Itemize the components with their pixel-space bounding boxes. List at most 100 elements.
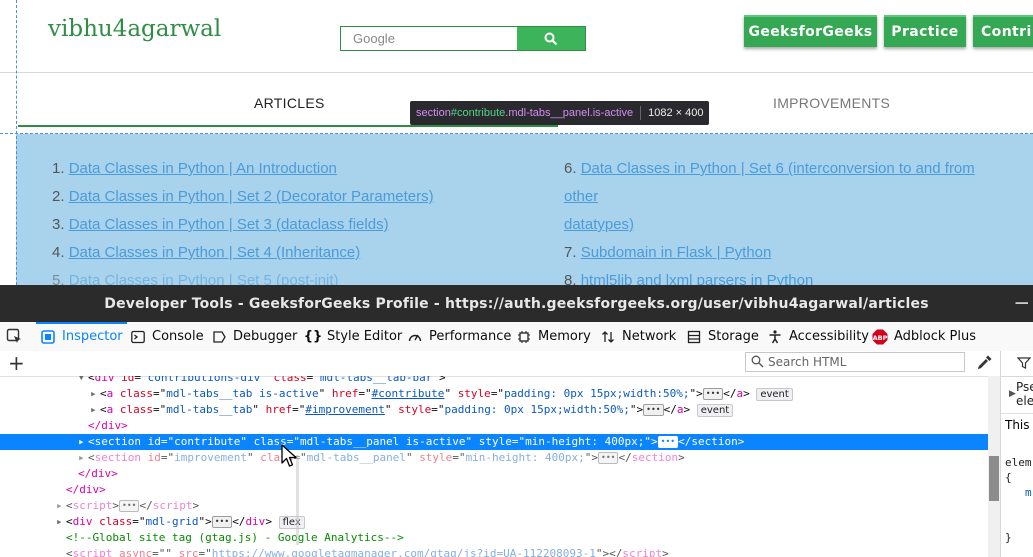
sidebar-divider bbox=[1001, 376, 1033, 377]
developer-tools-window: Developer Tools - GeeksforGeeks Profile … bbox=[0, 285, 1033, 557]
tab-label: Storage bbox=[708, 329, 759, 344]
console-icon bbox=[130, 329, 146, 345]
markup-line[interactable]: </div> bbox=[0, 482, 988, 498]
tab-console[interactable]: Console bbox=[130, 322, 204, 351]
list-item: 4. Data Classes in Python | Set 4 (Inher… bbox=[52, 239, 552, 267]
expand-triangle-icon[interactable]: ▸ bbox=[90, 386, 100, 402]
expand-triangle-icon[interactable]: ▸ bbox=[56, 498, 66, 514]
debugger-icon bbox=[211, 329, 227, 345]
adblock-icon: ABP bbox=[872, 329, 888, 345]
article-link[interactable]: Data Classes in Python | Set 2 (Decorato… bbox=[69, 188, 434, 205]
item-number: 2. bbox=[52, 188, 65, 205]
rule-brace-open: { bbox=[1005, 471, 1012, 484]
tab-adblock-plus[interactable]: ABP Adblock Plus bbox=[872, 322, 976, 351]
article-link[interactable]: html5lib and lxml parsers in Python bbox=[581, 272, 814, 285]
expand-triangle-icon[interactable]: ▸ bbox=[56, 514, 66, 530]
markup-line[interactable]: ▸ <script> ••• </script> bbox=[0, 498, 988, 514]
article-link-continued[interactable]: datatypes) bbox=[564, 216, 634, 233]
google-search-input[interactable] bbox=[341, 27, 517, 50]
tooltip-tag: section bbox=[416, 107, 451, 119]
search-button[interactable] bbox=[517, 27, 585, 50]
tab-storage[interactable]: Storage bbox=[686, 322, 759, 351]
tab-label: Performance bbox=[429, 329, 512, 344]
item-number: 3. bbox=[52, 216, 65, 233]
article-link[interactable]: Data Classes in Python | Set 6 (intercon… bbox=[564, 160, 975, 205]
network-icon bbox=[600, 329, 616, 345]
tab-label: Inspector bbox=[62, 329, 123, 344]
markup-line[interactable]: <!--Global site tag (gtag.js) - Google A… bbox=[0, 530, 988, 546]
practice-button[interactable]: Practice bbox=[884, 15, 966, 47]
markup-line[interactable]: ▸ <a class="mdl-tabs__tab is-active" href… bbox=[0, 386, 988, 402]
geeksforgeeks-button[interactable]: GeeksforGeeks bbox=[744, 15, 877, 47]
article-link[interactable]: Data Classes in Python | Set 5 (post-ini… bbox=[69, 272, 339, 285]
tab-network[interactable]: Network bbox=[600, 322, 676, 351]
tab-accessibility[interactable]: Accessibility bbox=[767, 322, 869, 351]
rules-sidebar: ▶ Pse ele This E elem { m } bbox=[1000, 351, 1033, 557]
list-item: 6. Data Classes in Python | Set 6 (inter… bbox=[564, 155, 1004, 239]
list-item: 8. html5lib and lxml parsers in Python bbox=[564, 267, 1004, 285]
devtools-toolbar: Inspector Console Debugger {} Style Edit… bbox=[0, 322, 1033, 352]
mouse-cursor-icon bbox=[281, 444, 297, 467]
memory-icon bbox=[516, 329, 532, 345]
element-picker-icon[interactable] bbox=[6, 328, 22, 344]
list-item: 7. Subdomain in Flask | Python bbox=[564, 239, 1004, 267]
list-item: 5. Data Classes in Python | Set 5 (post-… bbox=[52, 267, 552, 285]
tooltip-id: #contribute bbox=[450, 107, 506, 119]
tab-style-editor[interactable]: {} Style Editor bbox=[303, 322, 403, 351]
expand-triangle-icon[interactable]: ▶ bbox=[1009, 389, 1016, 399]
expand-triangle-icon[interactable]: ▸ bbox=[90, 402, 100, 418]
article-link[interactable]: Data Classes in Python | Set 4 (Inherita… bbox=[69, 244, 361, 261]
collapse-triangle-icon[interactable]: ▾ bbox=[78, 376, 88, 386]
cursor-trail bbox=[296, 455, 299, 545]
pseudo-elements-label: Pse bbox=[1016, 380, 1033, 394]
expand-triangle-icon[interactable]: ▸ bbox=[78, 434, 88, 450]
tab-debugger[interactable]: Debugger bbox=[211, 322, 297, 351]
markup-line[interactable]: </div> bbox=[0, 418, 988, 434]
tab-label: Console bbox=[152, 329, 204, 344]
scrollbar-thumb[interactable] bbox=[989, 456, 999, 501]
svg-text:ABP: ABP bbox=[873, 334, 888, 342]
markup-line[interactable]: ▾ <div id="contributions-div" class="mdl-… bbox=[0, 376, 988, 386]
article-link[interactable]: Subdomain in Flask | Python bbox=[581, 244, 772, 261]
event-badge[interactable]: event bbox=[756, 387, 793, 401]
search-html-input[interactable]: Search HTML bbox=[745, 352, 965, 372]
article-link[interactable]: Data Classes in Python | Set 3 (dataclas… bbox=[69, 216, 389, 233]
tab-performance[interactable]: Performance bbox=[407, 322, 511, 351]
eyedropper-icon[interactable] bbox=[977, 354, 993, 370]
tab-improvements[interactable]: IMPROVEMENTS bbox=[773, 95, 890, 111]
style-editor-icon: {} bbox=[303, 329, 323, 344]
filter-icon[interactable] bbox=[1017, 357, 1031, 369]
header-divider bbox=[0, 72, 1033, 73]
markup-line[interactable]: ▸ <div class="mdl-grid"> ••• </div> flex bbox=[0, 514, 988, 530]
profile-username: vibhu4agarwal bbox=[48, 16, 222, 42]
devtools-title-bar[interactable]: Developer Tools - GeeksforGeeks Profile … bbox=[0, 285, 1033, 322]
markup-line[interactable]: <script async="" src="https://www.google… bbox=[0, 546, 988, 557]
flex-badge[interactable]: flex bbox=[278, 515, 305, 529]
markup-line[interactable]: ▸ <a class="mdl-tabs__tab" href="#improve… bbox=[0, 402, 988, 418]
item-number: 6. bbox=[564, 160, 577, 177]
search-icon bbox=[544, 32, 558, 45]
item-number: 5. bbox=[52, 272, 65, 285]
tooltip-classes: .mdl-tabs__panel.is-active bbox=[505, 107, 634, 119]
markup-line[interactable]: ▸ <section id="improvement" class="mdl-ta… bbox=[0, 450, 988, 466]
tab-label: Debugger bbox=[233, 329, 298, 344]
item-number: 4. bbox=[52, 244, 65, 261]
markup-line[interactable]: </div> bbox=[0, 466, 988, 482]
item-number: 7. bbox=[564, 244, 577, 261]
markup-line-selected[interactable]: ▸ <section id="contribute" class="mdl-tab… bbox=[0, 434, 988, 450]
devtools-title: Developer Tools - GeeksforGeeks Profile … bbox=[104, 295, 929, 312]
contribute-button[interactable]: Contri bbox=[973, 15, 1033, 47]
performance-icon bbox=[407, 329, 423, 345]
tab-articles[interactable]: ARTICLES bbox=[254, 95, 325, 111]
pseudo-elements-label-line2: ele bbox=[1016, 394, 1033, 408]
minimize-icon[interactable]: — bbox=[1015, 295, 1029, 311]
tab-inspector[interactable]: Inspector bbox=[36, 322, 127, 351]
markup-scrollbar[interactable] bbox=[988, 376, 1000, 557]
inspector-icon bbox=[40, 329, 56, 345]
event-badge[interactable]: event bbox=[696, 403, 734, 417]
article-link[interactable]: Data Classes in Python | An Introduction bbox=[69, 160, 337, 177]
tab-memory[interactable]: Memory bbox=[516, 322, 591, 351]
rule-property[interactable]: m bbox=[1025, 486, 1032, 499]
expand-triangle-icon[interactable]: ▸ bbox=[78, 450, 88, 466]
add-node-icon[interactable]: + bbox=[8, 351, 25, 375]
